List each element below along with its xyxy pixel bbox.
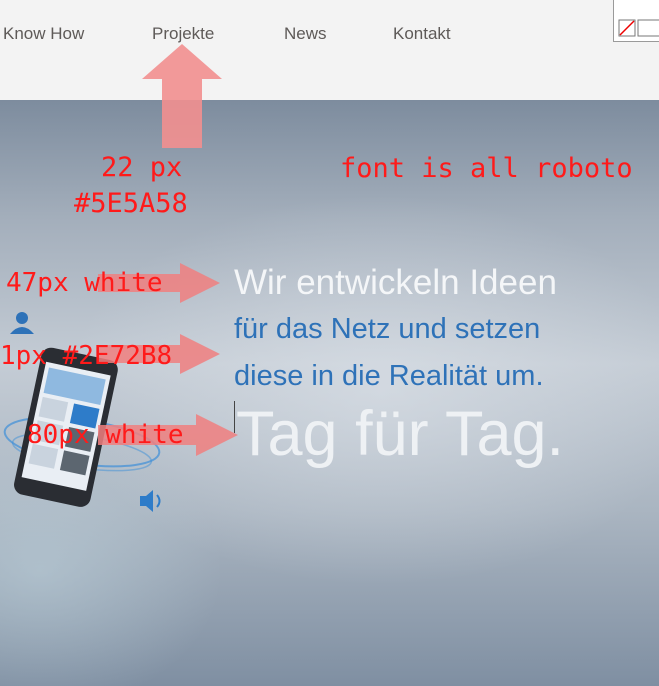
hero-line-1: Wir entwickeln Ideen [234, 263, 557, 302]
line4-annotation: 80px white [27, 420, 184, 450]
broken-image-placeholder [613, 0, 659, 42]
nav-link-projekte[interactable]: Projekte [152, 24, 214, 44]
hero-line-4: Tag für Tag. [236, 399, 565, 469]
nav-color-annotation: #5E5A58 [74, 188, 188, 219]
hero-line-2: für das Netz und setzen [234, 313, 541, 345]
top-navigation-bar: Know How Projekte News Kontakt [0, 0, 659, 100]
text-cursor [234, 401, 235, 433]
line2-annotation: 1px #2E72B8 [0, 341, 173, 371]
line1-annotation: 47px white [6, 268, 163, 298]
nav-link-kontakt[interactable]: Kontakt [393, 24, 451, 44]
nav-size-annotation: 22 px [101, 152, 183, 183]
up-arrow-annotation [142, 44, 222, 148]
broken-image-icon [618, 19, 659, 37]
nav-link-know-how[interactable]: Know How [3, 24, 84, 44]
font-note-annotation: font is all roboto [340, 153, 633, 184]
nav-link-news[interactable]: News [284, 24, 327, 44]
hero-line-3: diese in die Realität um. [234, 360, 544, 392]
